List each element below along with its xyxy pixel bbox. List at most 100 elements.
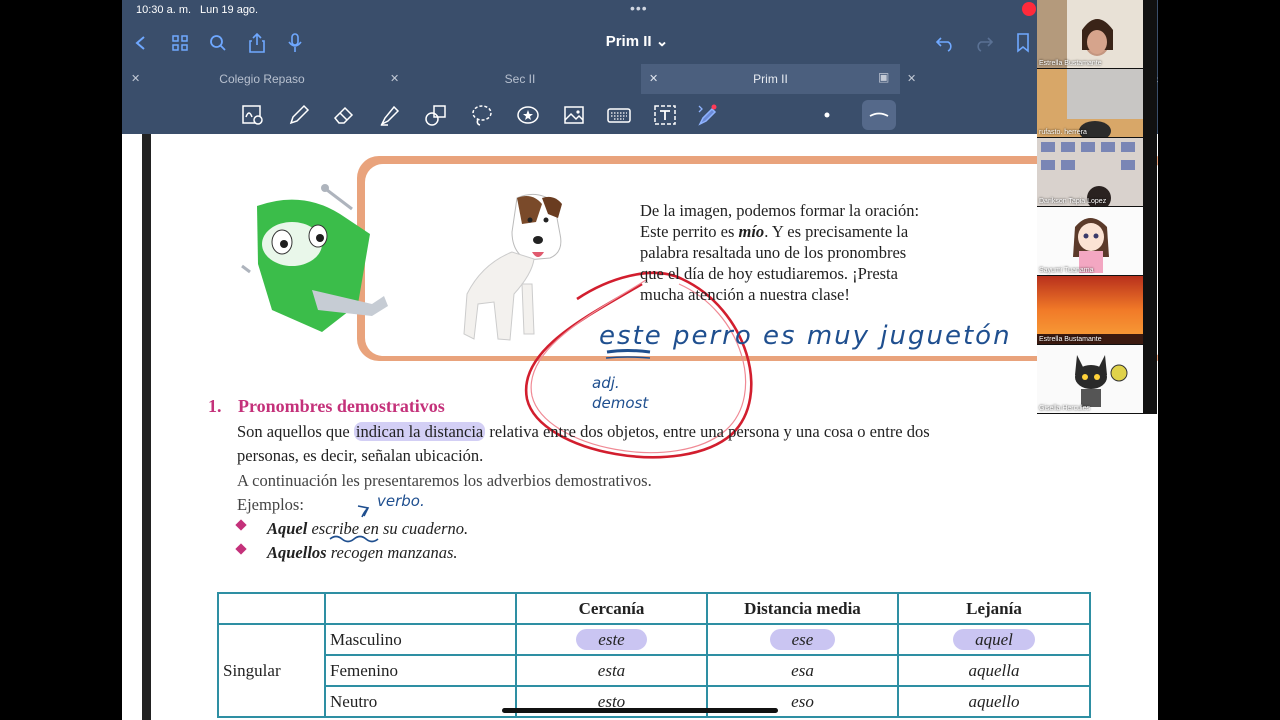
intro-line-5: mucha atención a nuestra clase! xyxy=(640,285,850,304)
top-bar: 10:30 a. m. Lun 19 ago. ••• Prim II ⌄ ✕ … xyxy=(122,0,1158,134)
header-distancia-media: Distancia media xyxy=(706,592,899,625)
pen-icon[interactable] xyxy=(284,100,314,130)
section-heading: Pronombres demostrativos xyxy=(238,396,445,416)
line-stroke-icon[interactable] xyxy=(862,100,896,130)
participant-avatar xyxy=(1037,345,1143,413)
microphone-icon[interactable] xyxy=(282,30,308,56)
tab-prim-ii[interactable]: Prim II xyxy=(641,64,900,94)
header-lejania: Lejanía xyxy=(897,592,1091,625)
table-cell: esa xyxy=(706,654,899,687)
demonstratives-table: Cercanía Distancia media Lejanía Singula… xyxy=(217,592,1091,718)
close-tab-icon[interactable]: ✕ xyxy=(390,72,399,85)
table-cell-empty xyxy=(217,592,326,625)
continuation-line: A continuación les presentaremos los adv… xyxy=(237,471,652,490)
home-indicator[interactable] xyxy=(502,708,778,713)
participant-tile[interactable]: Darikson Tapia Lopez xyxy=(1037,138,1143,206)
lasso-icon[interactable] xyxy=(467,100,497,130)
goodnotes-app: 10:30 a. m. Lun 19 ago. ••• Prim II ⌄ ✕ … xyxy=(122,0,1158,720)
keyboard-icon[interactable] xyxy=(604,100,634,130)
back-icon[interactable] xyxy=(128,30,154,56)
text-recognition-icon[interactable] xyxy=(238,100,268,130)
table-header-row: Cercanía Distancia media Lejanía xyxy=(217,592,1091,625)
participant-video xyxy=(1037,138,1143,206)
highlight-mark: indican la distancia xyxy=(353,422,486,441)
split-view-icon[interactable]: ▣ xyxy=(878,70,889,84)
participant-name: Darikson Tapia Lopez xyxy=(1039,198,1107,205)
participant-name: Estrella Bustamante xyxy=(1039,336,1102,343)
participant-name: Estrella Bustamante xyxy=(1039,60,1102,67)
recording-indicator xyxy=(1022,2,1036,16)
intro-line-4: que el día de hoy estudiaremos. ¡Presta xyxy=(640,264,898,283)
multitask-dots-icon[interactable]: ••• xyxy=(630,0,648,16)
image-icon[interactable] xyxy=(559,100,589,130)
participant-name: Sayumi Tuanama xyxy=(1039,267,1094,274)
examples-label: Ejemplos: xyxy=(237,495,304,514)
participant-video xyxy=(1037,69,1143,137)
grid-view-icon[interactable] xyxy=(167,30,193,56)
intro-line-1: De la imagen, podemos formar la oración: xyxy=(640,201,920,220)
table-cell: aquella xyxy=(897,654,1091,687)
status-time: 10:30 a. m. xyxy=(136,4,192,16)
textbox-icon[interactable] xyxy=(650,100,680,130)
participant-name: rufasto. herrera xyxy=(1039,129,1087,136)
undo-icon[interactable] xyxy=(932,30,958,56)
example-2: Aquellos recogen manzanas. xyxy=(267,543,458,562)
eraser-icon[interactable] xyxy=(329,100,359,130)
table-cell: aquello xyxy=(897,685,1091,718)
handwritten-sentence: este perro es muy juguetón xyxy=(599,321,1012,351)
row-label: Neutro xyxy=(324,685,517,718)
handwritten-note-verbo: verbo. xyxy=(377,492,425,510)
participant-video xyxy=(1037,0,1143,68)
table-cell: este xyxy=(515,623,708,656)
example-1: Aquel escribe en su cuaderno. xyxy=(267,519,469,538)
search-icon[interactable] xyxy=(205,30,231,56)
definition-line-2: personas, es decir, señalan ubicación. xyxy=(237,446,484,465)
highlighter-icon[interactable] xyxy=(375,100,405,130)
participants-video-panel: Estrella Bustamante rufasto. herrera Dar… xyxy=(1037,0,1157,414)
close-tab-icon[interactable]: ✕ xyxy=(649,72,658,85)
handwritten-note-demost: demost xyxy=(592,394,649,412)
participant-tile[interactable]: Gisella Hercules xyxy=(1037,345,1143,413)
handwritten-note-adj: adj. xyxy=(592,374,620,392)
table-row: Femenino esta esa aquella xyxy=(218,654,1091,687)
table-cell: ese xyxy=(706,623,899,656)
sticker-icon[interactable] xyxy=(513,100,543,130)
row-label: Masculino xyxy=(324,623,517,656)
participant-tile[interactable]: Estrella Bustamante xyxy=(1037,0,1143,68)
participant-tile[interactable]: Sayumi Tuanama xyxy=(1037,207,1143,275)
status-date: Lun 19 ago. xyxy=(200,4,259,16)
header-cercania: Cercanía xyxy=(515,592,708,625)
table-cell: aquel xyxy=(897,623,1091,656)
bluetooth-pen-icon[interactable] xyxy=(692,100,722,130)
table-row: Singular Masculino este ese aquel xyxy=(217,623,1091,718)
screen: 10:30 a. m. Lun 19 ago. ••• Prim II ⌄ ✕ … xyxy=(0,0,1280,720)
row-group-singular: Singular xyxy=(217,623,326,718)
table-cell-empty xyxy=(324,592,517,625)
participant-video xyxy=(1037,276,1143,344)
share-icon[interactable] xyxy=(244,30,270,56)
tab-sec-ii[interactable]: Sec II xyxy=(402,64,638,94)
document-title-menu[interactable]: Prim II ⌄ xyxy=(552,32,722,50)
bullet-diamond xyxy=(235,519,247,531)
redo-icon[interactable] xyxy=(971,30,997,56)
document-page[interactable]: De la imagen, podemos formar la oración:… xyxy=(122,134,1158,720)
tab-colegio-repaso[interactable]: Colegio Repaso xyxy=(144,64,380,94)
participant-tile[interactable]: rufasto. herrera xyxy=(1037,69,1143,137)
intro-line-3: palabra resaltada uno de los pronombres xyxy=(640,243,907,262)
participant-name: Gisella Hercules xyxy=(1039,405,1090,412)
section-number: 1. xyxy=(208,396,222,416)
row-label: Femenino xyxy=(324,654,517,687)
bookmark-icon[interactable] xyxy=(1010,30,1036,56)
table-cell: esta xyxy=(515,654,708,687)
bullet-diamond xyxy=(235,543,247,555)
shapes-icon[interactable] xyxy=(421,100,451,130)
dot-stroke-icon[interactable] xyxy=(812,100,842,130)
tab-bar: ✕ Colegio Repaso ✕ Sec II Prim II ✕ ▣ ✕ … xyxy=(122,64,1158,94)
participant-avatar xyxy=(1037,207,1143,275)
close-tab-icon[interactable]: ✕ xyxy=(131,72,140,85)
definition-line-1: Son aquellos que indican la distancia re… xyxy=(237,422,930,441)
participant-tile[interactable]: Estrella Bustamante xyxy=(1037,276,1143,344)
intro-line-2: Este perrito es mío. Y es precisamente l… xyxy=(640,222,909,241)
drawing-toolbar xyxy=(122,96,1158,134)
close-tab-icon[interactable]: ✕ xyxy=(907,72,916,85)
